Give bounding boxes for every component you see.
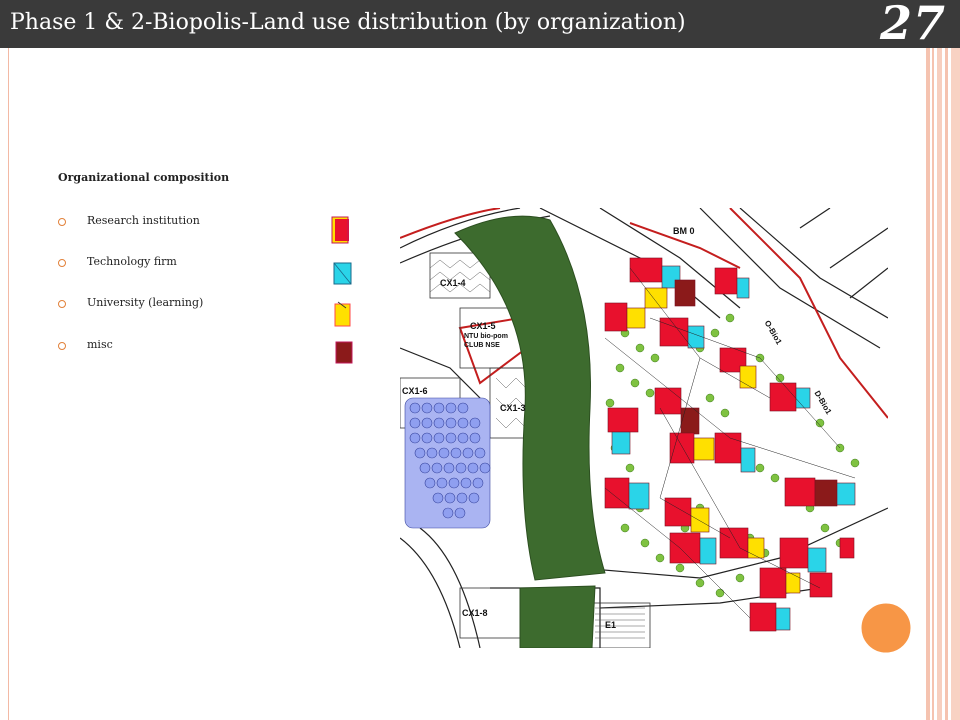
bullet-icon (58, 300, 66, 308)
swatch-technology (333, 262, 352, 285)
map-label-e1: E1 (605, 620, 617, 630)
bullet-icon (58, 259, 66, 267)
swatch-university (334, 301, 351, 327)
bullet-icon (58, 218, 66, 226)
swatch-misc (335, 341, 353, 364)
legend-label: misc (87, 338, 113, 351)
slide-number: 27 (879, 0, 946, 50)
legend-label: Technology firm (87, 255, 177, 268)
site-map-drawing (400, 208, 888, 648)
map-label-cx14: CX1-4 (440, 278, 466, 288)
decorative-circle-icon (858, 600, 914, 656)
left-border-line (8, 48, 9, 720)
legend-label: University (learning) (87, 296, 204, 309)
map-label-cx15-sub1: NTU bio-pom (464, 333, 508, 340)
legend-heading: Organizational composition (58, 171, 230, 184)
map-label-cx13: CX1-3 (500, 403, 526, 413)
map-label-cx16: CX1-6 (402, 386, 428, 396)
map-label-cx15-sub2: CLUB NSE (464, 342, 500, 349)
swatch-research (331, 216, 349, 244)
map-label-bm0: BM 0 (673, 226, 695, 236)
slide-title: Phase 1 & 2-Biopolis-Land use distributi… (10, 10, 686, 35)
map-label-cx18: CX1-8 (462, 608, 488, 618)
legend-label: Research institution (87, 214, 200, 227)
bullet-icon (58, 342, 66, 350)
map-label-cx15: CX1-5 (470, 321, 496, 331)
title-bar: Phase 1 & 2-Biopolis-Land use distributi… (0, 0, 960, 50)
right-border-stripes (920, 48, 960, 720)
site-map: BM 0 CX1-4 CX1-5 NTU bio-pom CLUB NSE CX… (400, 208, 888, 648)
